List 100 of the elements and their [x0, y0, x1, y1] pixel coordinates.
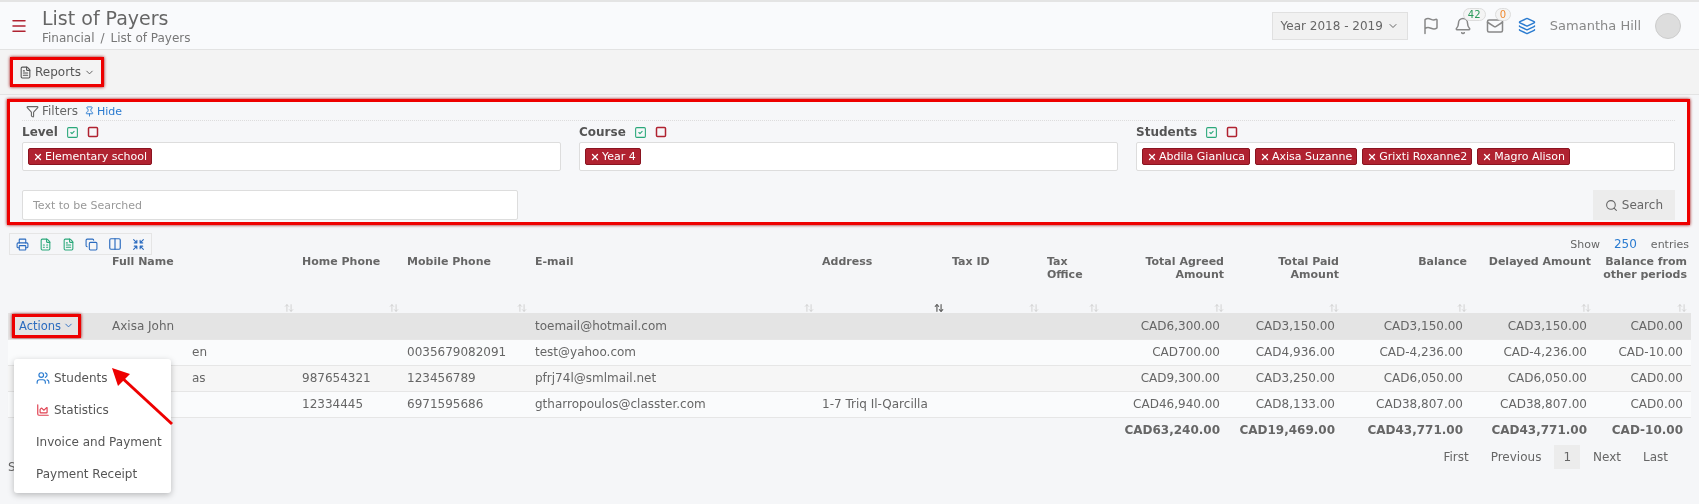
table-cell: 6971595686	[407, 397, 484, 411]
close-icon[interactable]	[1367, 151, 1378, 162]
document-icon	[19, 65, 32, 79]
menu-item[interactable]: Invoice and Payment	[14, 426, 171, 458]
message-count: 0	[1494, 7, 1512, 21]
close-icon[interactable]	[33, 151, 43, 162]
close-icon[interactable]	[1147, 151, 1157, 162]
column-header[interactable]: Delayed Amount	[1488, 255, 1591, 268]
filter-tag[interactable]: Axisa Suzanne	[1254, 148, 1358, 165]
filter-tag[interactable]: Abdila Gianluca	[1142, 148, 1250, 165]
tag-field[interactable]: Elementary school	[22, 142, 561, 171]
table-cell: pfrj74l@smlmail.net	[535, 371, 657, 385]
layers-icon[interactable]	[1517, 16, 1536, 35]
year-selector[interactable]: Year 2018 - 2019	[1271, 11, 1408, 40]
table-cell: 1-7 Triq Il-Qarcilla	[822, 397, 928, 411]
breadcrumb[interactable]: Financial	[42, 30, 95, 45]
close-icon[interactable]	[1482, 151, 1493, 162]
filters-title: Filters	[26, 104, 78, 118]
check-square-icon[interactable]	[633, 125, 647, 139]
column-header[interactable]: Balance	[1418, 255, 1467, 268]
column-header[interactable]: Total Paid Amount	[1232, 255, 1339, 281]
page-button[interactable]: Previous	[1481, 445, 1551, 469]
table-cell: Axisa John	[112, 318, 175, 333]
table-cell: CAD0.00	[1630, 397, 1683, 411]
table-cell: CAD3,250.00	[1255, 371, 1335, 385]
page-size[interactable]: 250	[1613, 237, 1637, 251]
search-icon	[1604, 198, 1618, 212]
table-cell: CAD4,936.00	[1255, 345, 1335, 359]
spreadsheet-icon[interactable]	[39, 237, 52, 251]
printer-icon[interactable]	[16, 237, 29, 251]
page-button[interactable]: 1	[1554, 445, 1581, 469]
filter-icon	[26, 104, 39, 118]
table-cell: CAD6,300.00	[1140, 318, 1220, 333]
column-header[interactable]: E-mail	[535, 255, 574, 268]
column-header[interactable]: Full Name	[112, 255, 174, 268]
total-cell: CAD-10.00	[1611, 423, 1683, 438]
table-cell: CAD6,050.00	[1507, 371, 1587, 385]
search-field[interactable]: Text to be Searched	[22, 190, 518, 220]
column-header[interactable]: Balance from other periods	[1599, 255, 1687, 281]
copy-icon[interactable]	[85, 237, 98, 251]
table-cell: CAD0.00	[1630, 318, 1683, 333]
menu-item[interactable]: Students	[14, 362, 171, 394]
column-header[interactable]: Total Agreed Amount	[1107, 255, 1224, 281]
document-icon[interactable]	[62, 237, 75, 251]
entries-label: entries	[1650, 237, 1689, 251]
table-cell: CAD3,150.00	[1255, 318, 1335, 333]
shrink-icon[interactable]	[132, 237, 145, 251]
breadcrumb-separator: /	[100, 30, 105, 45]
check-square-icon[interactable]	[1205, 125, 1219, 139]
column-header[interactable]: Tax ID	[952, 255, 990, 268]
page-button[interactable]: First	[1434, 445, 1478, 469]
table-cell: CAD46,940.00	[1133, 397, 1220, 411]
square-icon[interactable]	[654, 126, 667, 138]
flag-icon[interactable]	[1421, 16, 1440, 35]
table-cell: CAD-10.00	[1618, 345, 1683, 359]
filter-tag[interactable]: Year 4	[585, 148, 641, 165]
tag-field[interactable]: Abdila Gianluca Axisa Suzanne Grixti Roxanne2 Magro Alison	[1136, 142, 1675, 171]
reports-button[interactable]: Reports	[10, 57, 105, 87]
table-cell: test@yahoo.com	[535, 345, 637, 359]
breadcrumb[interactable]: List of Payers	[110, 30, 191, 45]
hide-link[interactable]: Hide	[84, 104, 123, 118]
filter-label: Level	[22, 125, 58, 139]
table-row[interactable]: en 0035679082091 test@yahoo.com CAD700.00 CAD4,936.00 CAD-4,236.00 CAD-4,236.00 CAD-10.00	[8, 339, 1691, 365]
sort-icon[interactable]	[934, 303, 944, 313]
table-cell: CAD3,150.00	[1507, 318, 1587, 333]
notification-count: 42	[1462, 7, 1486, 21]
total-cell: CAD63,240.00	[1124, 423, 1220, 438]
column-header[interactable]: Mobile Phone	[407, 255, 491, 268]
table-cell: CAD0.00	[1630, 371, 1683, 385]
columns-icon[interactable]	[108, 237, 122, 251]
column-header[interactable]: Home Phone	[302, 255, 381, 268]
column-header[interactable]: Address	[822, 255, 873, 268]
search-button[interactable]: Search	[1592, 190, 1675, 220]
table-cell: 0035679082091	[407, 345, 507, 359]
table-cell: as	[192, 371, 206, 385]
area-chart-icon	[36, 403, 50, 417]
square-icon[interactable]	[1226, 126, 1239, 138]
user-name[interactable]: Samantha Hill	[1549, 18, 1641, 33]
envelope-icon[interactable]	[1485, 16, 1504, 35]
table-cell: en	[192, 345, 207, 359]
close-icon[interactable]	[1259, 151, 1270, 162]
filter-tag[interactable]: Elementary school	[28, 148, 153, 165]
people-icon	[36, 371, 50, 385]
filter-tag[interactable]: Magro Alison	[1477, 148, 1570, 165]
filter-tag[interactable]: Grixti Roxanne2	[1362, 148, 1473, 165]
check-square-icon[interactable]	[65, 125, 79, 139]
table-cell: CAD8,133.00	[1255, 397, 1335, 411]
square-icon[interactable]	[86, 126, 99, 138]
page-button[interactable]: Last	[1634, 445, 1677, 469]
column-header[interactable]: Tax Office	[1047, 255, 1099, 281]
close-icon[interactable]	[590, 151, 600, 162]
menu-item[interactable]: Payment Receipt	[14, 458, 171, 490]
table-cell: 123456789	[407, 371, 476, 385]
page-button[interactable]: Next	[1584, 445, 1630, 469]
table-cell: gtharropoulos@classter.com	[535, 397, 706, 411]
actions-button[interactable]: Actions	[12, 313, 81, 338]
bell-icon[interactable]	[1453, 16, 1472, 35]
pin-icon	[84, 105, 95, 117]
table-cell: CAD38,807.00	[1376, 397, 1463, 411]
tag-field[interactable]: Year 4	[579, 142, 1118, 171]
